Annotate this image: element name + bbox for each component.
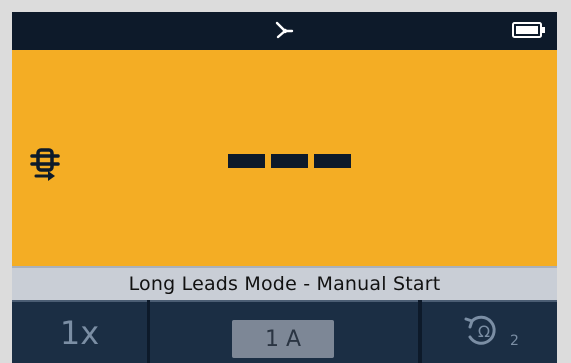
status-bar — [12, 12, 557, 50]
reading-dash — [314, 154, 351, 168]
softkey-bar: 1x 1 A Ω 2 — [12, 300, 557, 363]
tester-screen: Long Leads Mode - Manual Start 1x 1 A Ω … — [12, 12, 557, 363]
test-current-label: 1 A — [232, 320, 334, 358]
long-leads-icon — [28, 144, 62, 188]
measurement-display — [12, 50, 557, 266]
antenna-icon — [274, 20, 296, 46]
softkey-test-current[interactable]: 1 A — [150, 300, 418, 363]
svg-text:Ω: Ω — [478, 322, 490, 341]
lead-null-subscript: 2 — [510, 332, 519, 349]
reading-dash — [228, 154, 265, 168]
ohm-zero-icon: Ω — [460, 311, 510, 355]
reading-dash — [271, 154, 308, 168]
softkey-multiplier[interactable]: 1x — [12, 300, 147, 363]
softkey-lead-null[interactable]: Ω 2 — [422, 300, 557, 363]
reading-value — [228, 154, 351, 168]
mode-status-text: Long Leads Mode - Manual Start — [12, 266, 557, 300]
battery-icon — [512, 22, 546, 42]
